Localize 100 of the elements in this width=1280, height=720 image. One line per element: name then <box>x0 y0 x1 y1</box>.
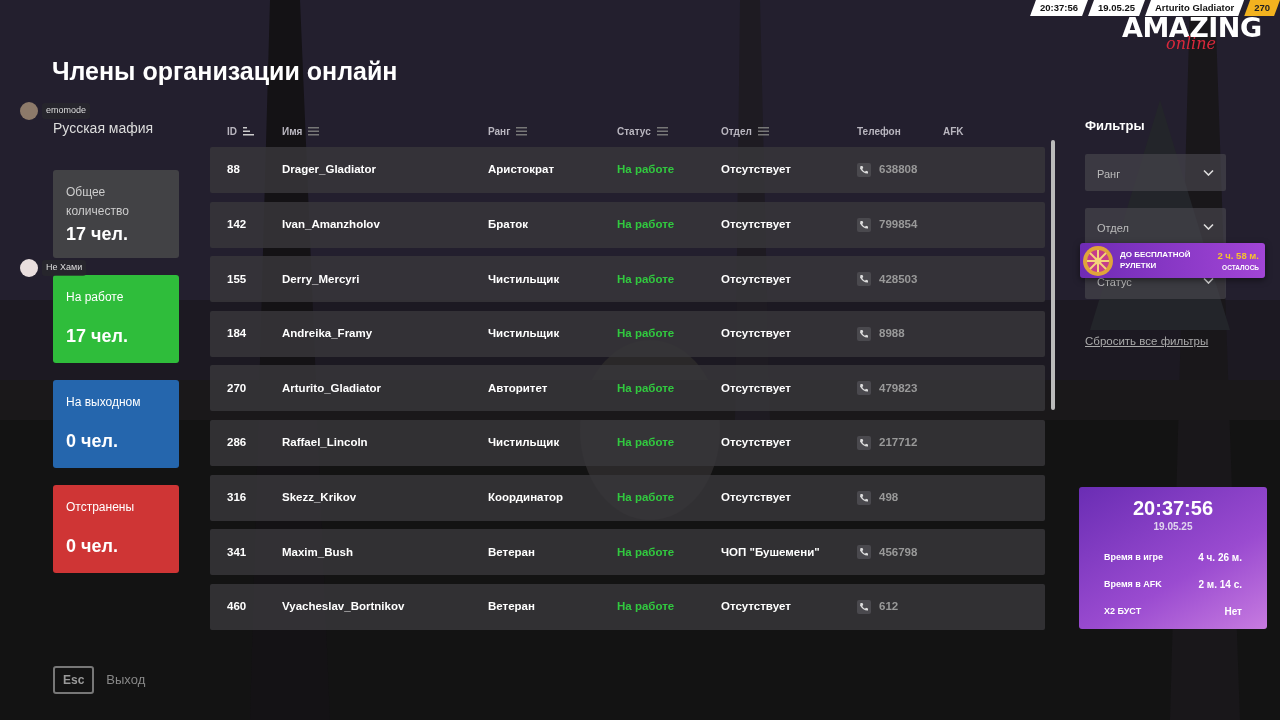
table-cell-text: На работе <box>617 326 676 342</box>
table-cell-text: 184 <box>227 326 248 342</box>
speaker-name: Не Хами <box>42 260 87 276</box>
table-cell-text: Чистильщик <box>488 326 561 342</box>
table-row[interactable]: 341 Maxim_Bush Ветеран На работе ЧОП "Бушемени" 456798 <box>210 529 1045 576</box>
table-row[interactable]: 270 Arturito_Gladiator Авторитет На работе Отсутствует 479823 <box>210 365 1045 412</box>
table-cell-text: Arturito_Gladiator <box>282 380 383 396</box>
phone-icon <box>859 328 869 339</box>
card-value: 0 чел. <box>66 535 119 558</box>
table-cell-text: Отсутствует <box>721 380 792 396</box>
card-label: Отстранены <box>66 499 136 516</box>
column-header: Имя <box>282 124 303 139</box>
column-header: Статус <box>617 124 651 139</box>
table-cell-text: Отсутствует <box>721 162 792 178</box>
chevron-down-icon <box>1203 222 1214 230</box>
card-label: На работе <box>66 289 125 306</box>
chevron-down-icon <box>1203 168 1214 176</box>
table-cell-text: 479823 <box>879 380 918 396</box>
table-cell-text: Skezz_Krikov <box>282 489 358 505</box>
table-cell-text: На работе <box>617 599 676 615</box>
table-cell-text: На работе <box>617 435 676 451</box>
phone-icon <box>859 165 869 175</box>
menu-icon <box>656 126 668 136</box>
table-cell-text: 428503 <box>879 271 918 287</box>
table-row[interactable]: 460 Vyacheslav_Bortnikov Ветеран На работе Отсутствует 612 <box>210 583 1045 630</box>
table-cell-text: Derry_Mercyri <box>282 271 361 287</box>
esc-key[interactable]: Esc <box>53 666 95 694</box>
date-text: 19.05.25 <box>1088 0 1145 17</box>
promo-text: РУЛЕТКИ <box>1120 260 1158 271</box>
menu-icon <box>308 126 320 136</box>
player-name: Arturito Gladiator <box>1144 0 1245 17</box>
promo-timer: 2 ч. 58 м. <box>1217 248 1259 263</box>
card-label: На выходном <box>66 394 142 411</box>
table-cell-text: 270 <box>227 380 248 396</box>
column-header: ID <box>227 124 237 139</box>
table-cell-text: 638808 <box>879 162 918 178</box>
table-cell-text: 498 <box>879 489 899 505</box>
table-cell-text: Отсутствует <box>721 435 792 451</box>
table-row[interactable]: 142 Ivan_Amanzholov Браток На работе Отсутствует 799854 <box>210 201 1045 248</box>
table-cell-text: На работе <box>617 544 676 560</box>
table-cell-text: На работе <box>617 380 676 396</box>
table-cell-text: 316 <box>227 489 248 505</box>
stat-label: X2 БУСТ <box>1104 604 1142 618</box>
table-cell-text: Ветеран <box>488 544 536 560</box>
column-header: AFK <box>943 124 964 139</box>
column-header: Телефон <box>857 124 901 139</box>
stat-value: Нет <box>1224 605 1242 619</box>
chevron-down-icon <box>1203 276 1214 284</box>
column-header: Отдел <box>721 124 752 139</box>
card-value: 17 чел. <box>66 325 129 348</box>
organization-name: Русская мафия <box>53 119 154 138</box>
table-row[interactable]: 88 Drager_Gladiator Аристократ На работе Отсутствует 638808 <box>210 147 1045 193</box>
table-cell-text: 142 <box>227 216 248 232</box>
stat-value: 4 ч. 26 м. <box>1198 551 1242 565</box>
stat-value: 2 м. 14 с. <box>1198 578 1242 592</box>
table-cell-text: Отсутствует <box>721 271 792 287</box>
table-cell-text: Чистильщик <box>488 435 561 451</box>
page-title: Члены организации онлайн <box>52 56 398 86</box>
table-cell-text: Отсутствует <box>721 599 792 615</box>
card-value: 0 чел. <box>66 430 119 453</box>
table-cell-text: 286 <box>227 435 248 451</box>
column-header: Ранг <box>488 124 511 139</box>
clock-time: 20:37:56 <box>1131 497 1215 519</box>
table-cell-text: 456798 <box>879 544 918 560</box>
table-cell-text: Raffael_Lincoln <box>282 435 369 451</box>
table-cell-text: Maxim_Bush <box>282 544 354 560</box>
table-cell-text: Авторитет <box>488 380 549 396</box>
sort-icon <box>243 126 254 136</box>
exit-label: Выход <box>106 671 146 690</box>
phone-icon <box>859 274 869 285</box>
table-row[interactable]: 286 Raffael_Lincoln Чистильщик На работе Отсутствует 217712 <box>210 419 1045 466</box>
stat-label: Время в AFK <box>1104 577 1162 591</box>
reset-filters-link[interactable]: Сбросить все фильтры <box>1085 332 1209 350</box>
table-cell-text: Отсутствует <box>721 489 792 505</box>
phone-icon <box>859 547 869 558</box>
table-cell-text: 155 <box>227 271 248 287</box>
table-cell-text: На работе <box>617 162 676 178</box>
table-cell-text: Аристократ <box>488 162 556 178</box>
table-cell-text: Чистильщик <box>488 271 561 287</box>
filters-title: Фильтры <box>1085 118 1146 134</box>
table-cell-text: Отсутствует <box>721 326 792 342</box>
table-row[interactable]: 155 Derry_Mercyri Чистильщик На работе Отсутствует 428503 <box>210 256 1045 303</box>
table-cell-text: 341 <box>227 544 248 560</box>
table-cell-text: На работе <box>617 489 676 505</box>
table-row[interactable]: 316 Skezz_Krikov Координатор На работе Отсутствует 498 <box>210 474 1045 521</box>
table-cell-text: 799854 <box>879 216 918 232</box>
table-cell-text: 612 <box>879 599 899 615</box>
table-row[interactable]: 184 Andreika_Framy Чистильщик На работе Отсутствует 8988 <box>210 310 1045 357</box>
dropdown[interactable]: Ранг <box>1085 153 1226 191</box>
table-cell-text: Координатор <box>488 489 565 505</box>
phone-icon <box>859 437 869 448</box>
table-cell-text: ЧОП "Бушемени" <box>721 544 821 560</box>
table-cell-text: 88 <box>227 162 241 178</box>
table-cell-text: Ветеран <box>488 599 536 615</box>
promo-text: ДО БЕСПЛАТНОЙ <box>1120 250 1191 261</box>
stat-label: Время в игре <box>1104 550 1164 564</box>
scrollbar[interactable] <box>1051 140 1055 410</box>
table-cell-text: Отсутствует <box>721 216 792 232</box>
table-cell-text: Браток <box>488 216 529 232</box>
roulette-icon <box>1080 243 1116 278</box>
